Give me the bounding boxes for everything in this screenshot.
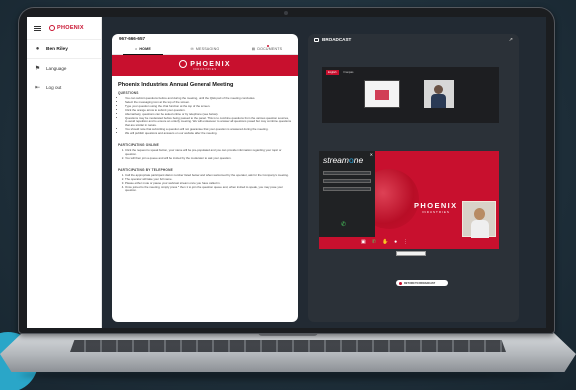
section-heading: PARTICIPATING ONLINE xyxy=(118,143,160,148)
microphone-select[interactable] xyxy=(323,179,371,183)
lang-french[interactable]: Français xyxy=(342,70,356,75)
laptop-keyboard xyxy=(70,340,506,352)
expand-icon[interactable]: ↗ xyxy=(509,37,513,43)
streamone-dialog: ✕ streamone ✆ xyxy=(319,151,375,237)
streamone-logo: streamone xyxy=(319,151,375,167)
tab-messaging[interactable]: ✉ MESSAGING xyxy=(174,44,236,54)
message-icon: ✉ xyxy=(190,47,194,51)
call-controls: ▣ ✆ ✋ ● ⋮ xyxy=(361,239,408,245)
phone-steps: Call the appropriate participant dial-in… xyxy=(118,173,292,194)
presentation-slide xyxy=(364,80,400,108)
notification-dot xyxy=(267,45,269,47)
brand-name: PHOENIX xyxy=(57,25,84,31)
user-profile[interactable]: ● Ben Riley xyxy=(27,39,101,59)
banner-sub: INDUSTRIES xyxy=(193,68,217,71)
broadcast-header: BROADCAST ↗ xyxy=(308,34,519,45)
questions-list: You can submit questions before and duri… xyxy=(118,96,292,136)
brand-name: PHOENIX xyxy=(414,201,458,210)
tab-bar: ⌂ HOME ✉ MESSAGING ▤ DOCUMENTS xyxy=(112,44,298,55)
speaker-select[interactable] xyxy=(323,187,371,191)
broadcast-video[interactable]: English Français xyxy=(322,67,499,123)
meeting-info: Phoenix Industries Annual General Meetin… xyxy=(112,76,298,199)
section-heading: PARTICIPATING BY TELEPHONE xyxy=(118,167,173,172)
logo-part: stream xyxy=(323,155,349,165)
sidebar-item-language[interactable]: ⚑ Language xyxy=(27,59,101,78)
menu-icon[interactable] xyxy=(34,25,41,31)
camera-icon[interactable]: ▣ xyxy=(361,239,366,245)
broadcast-title: BROADCAST xyxy=(322,37,352,42)
home-panel: 967-666-657 ⌂ HOME ✉ MESSAGING ▤ DOCUMEN… xyxy=(112,34,298,322)
select-box[interactable] xyxy=(323,187,371,191)
document-icon: ▤ xyxy=(251,47,256,51)
tab-documents[interactable]: ▤ DOCUMENTS xyxy=(236,44,298,54)
logo-part: ne xyxy=(353,155,364,165)
brand-logo: PHOENIX xyxy=(49,25,84,31)
language-switcher: English Français xyxy=(326,70,355,75)
company-banner: PHOENIX INDUSTRIES xyxy=(112,55,298,76)
laptop-lid: PHOENIX ● Ben Riley ⚑ Language ⇤ Log out… xyxy=(18,7,555,334)
tab-label: DOCUMENTS xyxy=(257,47,283,51)
logout-icon: ⇤ xyxy=(34,85,41,91)
sidebar-item-logout[interactable]: ⇤ Log out xyxy=(27,78,101,97)
more-icon[interactable]: ⋮ xyxy=(403,239,408,245)
user-icon: ● xyxy=(35,46,40,52)
lang-english[interactable]: English xyxy=(326,70,339,75)
close-icon[interactable]: ✕ xyxy=(370,152,373,157)
home-icon: ⌂ xyxy=(135,47,138,51)
mic-icon[interactable]: ● xyxy=(394,239,397,245)
online-steps: Click the request to speak button, your … xyxy=(118,148,292,161)
phone-icon[interactable]: ✆ xyxy=(341,221,346,228)
webcam xyxy=(284,11,288,15)
return-to-broadcast-button[interactable]: RETURN TO BROADCAST xyxy=(396,280,448,286)
app-sidebar: PHOENIX ● Ben Riley ⚑ Language ⇤ Log out xyxy=(27,17,102,328)
tooltip xyxy=(396,251,426,256)
page-title: Phoenix Industries Annual General Meetin… xyxy=(118,82,234,88)
flag-icon: ⚑ xyxy=(34,66,41,72)
video-brand: PHOENIX INDUSTRIES xyxy=(414,201,458,214)
phone-icon[interactable]: ✆ xyxy=(372,239,376,245)
section-heading: QUESTIONS xyxy=(118,91,139,95)
tab-label: HOME xyxy=(139,47,151,51)
tab-label: MESSAGING xyxy=(195,47,220,51)
return-label: RETURN TO BROADCAST xyxy=(404,281,436,285)
tab-home[interactable]: ⌂ HOME xyxy=(112,44,174,55)
laptop-screen: PHOENIX ● Ben Riley ⚑ Language ⇤ Log out… xyxy=(27,17,546,328)
presenter-video xyxy=(424,80,454,108)
select-box[interactable] xyxy=(323,179,371,183)
hand-icon[interactable]: ✋ xyxy=(382,239,388,245)
phoenix-logo-icon xyxy=(179,60,188,68)
self-view xyxy=(462,201,496,238)
return-icon xyxy=(399,281,402,285)
sidebar-item-label: Language xyxy=(46,66,67,71)
phoenix-logo-icon xyxy=(49,25,55,31)
sidebar-item-label: Log out xyxy=(46,85,62,90)
broadcast-panel: BROADCAST ↗ English Français ✕ streamone xyxy=(308,34,519,322)
laptop-base xyxy=(0,332,576,372)
banner-brand: PHOENIX xyxy=(179,60,231,68)
user-name: Ben Riley xyxy=(46,46,68,52)
camera-select[interactable] xyxy=(323,171,371,175)
select-box[interactable] xyxy=(323,171,371,175)
list-item: Once joined to the meeting, simply press… xyxy=(125,185,292,194)
banner-name: PHOENIX xyxy=(190,60,231,68)
brand-sub: INDUSTRIES xyxy=(421,210,450,214)
meeting-id: 967-666-657 xyxy=(119,36,146,41)
broadcast-icon xyxy=(314,37,319,42)
participant-video: ✕ streamone ✆ PHOENIX INDUSTRIES ▣ ✆ ✋ ●… xyxy=(319,151,499,249)
sidebar-header: PHOENIX xyxy=(27,17,101,39)
